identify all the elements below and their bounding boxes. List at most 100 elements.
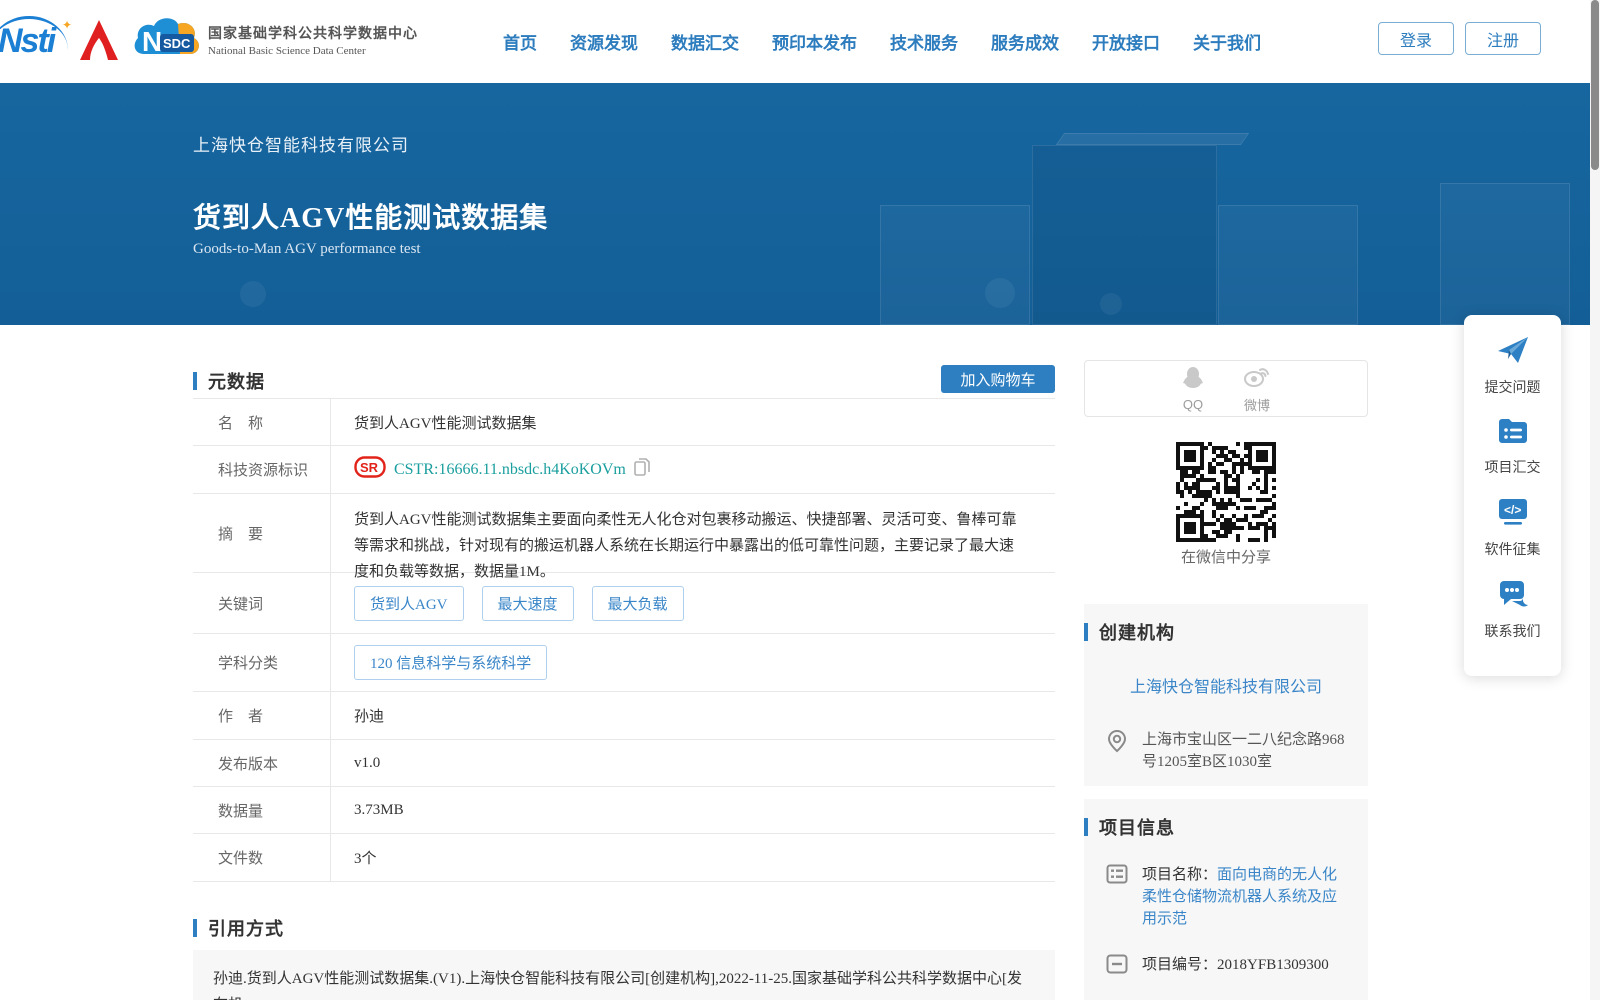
banner-bubble-decoration xyxy=(985,278,1015,308)
table-row-keywords: 关键词 货到人AGV 最大速度 最大负载 xyxy=(193,573,1055,634)
nsti-logo: Nsti ✦ xyxy=(0,16,72,66)
qq-icon xyxy=(1182,366,1204,395)
nav-item-resource-discovery[interactable]: 资源发现 xyxy=(570,29,638,54)
nav-item-open-api[interactable]: 开放接口 xyxy=(1092,29,1160,54)
project-code-text: 项目编号：2018YFB1309300 xyxy=(1142,954,1329,979)
creator-section-title: 创建机构 xyxy=(1099,623,1175,643)
project-code-label: 项目编号： xyxy=(1142,957,1218,973)
section-accent-bar xyxy=(193,919,197,937)
row-value: 3.73MB xyxy=(354,801,404,818)
project-card-header: 项目信息 xyxy=(1084,799,1368,840)
project-info-card: 项目信息 项目名称：面向电商的无人化柔性仓储物流机器人系统及应用示范 项目编号：… xyxy=(1084,799,1368,1000)
share-card: QQ 微博 xyxy=(1084,360,1368,417)
cstr-logo-icon: SR xyxy=(354,456,386,483)
nav-item-tech-service[interactable]: 技术服务 xyxy=(890,29,958,54)
location-pin-icon xyxy=(1106,729,1128,773)
wechat-qr-code xyxy=(1176,442,1276,542)
project-name-text: 项目名称：面向电商的无人化柔性仓储物流机器人系统及应用示范 xyxy=(1142,864,1350,930)
software-collection-label: 软件征集 xyxy=(1484,543,1541,558)
project-code-item: 项目编号：2018YFB1309300 xyxy=(1106,954,1350,979)
share-weibo-button[interactable]: 微博 xyxy=(1243,364,1270,414)
svg-text:</>: </> xyxy=(1504,503,1521,517)
citation-text: 孙迪.货到人AGV性能测试数据集.(V1).上海快仓智能科技有限公司[创建机构]… xyxy=(213,971,1022,1000)
citation-section-title: 引用方式 xyxy=(208,919,284,939)
keyword-tag[interactable]: 最大速度 xyxy=(481,585,574,621)
register-button[interactable]: 注册 xyxy=(1465,22,1541,55)
subject-classification-tag[interactable]: 120 信息科学与系统科学 xyxy=(354,645,548,680)
auth-buttons: 登录 注册 xyxy=(1378,22,1541,55)
row-label: 摘 要 xyxy=(193,494,331,572)
creator-card: 创建机构 上海快仓智能科技有限公司 上海市宝山区一二八纪念路968号1205室B… xyxy=(1084,604,1368,786)
creator-org-link[interactable]: 上海快仓智能科技有限公司 xyxy=(1084,673,1368,697)
row-label: 名 称 xyxy=(193,399,331,445)
section-accent-bar xyxy=(193,372,197,390)
nav-item-data-submission[interactable]: 数据汇交 xyxy=(671,29,739,54)
row-value: 120 信息科学与系统科学 xyxy=(331,634,1055,691)
nav-item-preprint[interactable]: 预印本发布 xyxy=(772,29,857,54)
banner-cube-decoration xyxy=(1055,133,1250,145)
row-value: 货到人AGV性能测试数据集主要面向柔性无人化仓对包裹移动搬运、快捷部署、灵活可变… xyxy=(354,512,1017,580)
row-label: 关键词 xyxy=(193,573,331,633)
cstr-identifier-link[interactable]: CSTR:16666.11.nbsdc.h4KoKOVm xyxy=(394,461,626,479)
row-label: 数据量 xyxy=(193,787,331,833)
dataset-organization: 上海快仓智能科技有限公司 xyxy=(193,136,409,155)
table-row-cstr: 科技资源标识 SR CSTR:16666.11.nbsdc.h4KoKOVm xyxy=(193,446,1055,494)
software-collection-button[interactable]: </> 软件征集 xyxy=(1464,477,1561,559)
citation-box: 孙迪.货到人AGV性能测试数据集.(V1).上海快仓智能科技有限公司[创建机构]… xyxy=(193,950,1055,1000)
add-to-cart-button[interactable]: 加入购物车 xyxy=(941,365,1055,393)
keyword-tag[interactable]: 货到人AGV xyxy=(354,585,464,621)
main-nav: 首页 资源发现 数据汇交 预印本发布 技术服务 服务成效 开放接口 关于我们 xyxy=(503,0,1261,83)
banner-bubble-decoration xyxy=(240,281,266,307)
section-accent-bar xyxy=(1084,623,1088,641)
banner-cube-decoration xyxy=(1032,145,1217,325)
project-name-label: 项目名称： xyxy=(1142,867,1218,883)
svg-text:SR: SR xyxy=(360,460,379,475)
metadata-table: 名 称 货到人AGV性能测试数据集 科技资源标识 SR CSTR:16666.1… xyxy=(193,398,1055,882)
nsdc-name-cn: 国家基础学科公共科学数据中心 xyxy=(208,27,418,42)
project-name-icon xyxy=(1106,864,1128,930)
floating-action-panel: 提交问题 项目汇交 </> 软件征集 联系我们 xyxy=(1464,315,1561,676)
project-section-title: 项目信息 xyxy=(1099,818,1175,838)
citation-section-header: 引用方式 xyxy=(193,915,284,941)
creator-address: 上海市宝山区一二八纪念路968号1205室B区1030室 xyxy=(1142,732,1345,770)
paper-plane-icon xyxy=(1496,335,1530,370)
scrollbar-thumb[interactable] xyxy=(1591,0,1599,170)
project-name-item: 项目名称：面向电商的无人化柔性仓储物流机器人系统及应用示范 xyxy=(1106,864,1350,930)
contact-us-button[interactable]: 联系我们 xyxy=(1464,559,1561,641)
nav-item-home[interactable]: 首页 xyxy=(503,29,537,54)
row-value: SR CSTR:16666.11.nbsdc.h4KoKOVm xyxy=(331,446,1055,493)
table-row-name: 名 称 货到人AGV性能测试数据集 xyxy=(193,399,1055,446)
red-flame-logo xyxy=(78,18,120,69)
table-row-size: 数据量 3.73MB xyxy=(193,787,1055,834)
nav-item-about-us[interactable]: 关于我们 xyxy=(1193,29,1261,54)
nsti-logo-text: Nsti xyxy=(0,22,56,60)
nav-item-service-results[interactable]: 服务成效 xyxy=(991,29,1059,54)
banner-cube-decoration xyxy=(1218,205,1358,325)
weibo-icon xyxy=(1243,364,1270,393)
copy-icon[interactable] xyxy=(634,458,650,481)
creator-card-header: 创建机构 xyxy=(1084,604,1368,645)
share-qq-button[interactable]: QQ xyxy=(1182,366,1204,412)
chat-bubbles-icon xyxy=(1496,579,1530,614)
top-header: Nsti ✦ N SDC 国家基础学科公共科学数据中心 National Bas… xyxy=(0,0,1600,83)
row-value: 货到人AGV 最大速度 最大负载 xyxy=(331,573,1055,633)
project-submission-label: 项目汇交 xyxy=(1484,461,1541,476)
row-value: 货到人AGV性能测试数据集 xyxy=(354,415,537,432)
row-label: 文件数 xyxy=(193,834,331,881)
project-submission-button[interactable]: 项目汇交 xyxy=(1464,397,1561,477)
table-row-file-count: 文件数 3个 xyxy=(193,834,1055,882)
metadata-section-title: 元数据 xyxy=(208,372,265,392)
login-button[interactable]: 登录 xyxy=(1378,22,1454,55)
table-row-version: 发布版本 v1.0 xyxy=(193,740,1055,787)
nsdc-cloud-logo: N SDC 国家基础学科公共科学数据中心 National Basic Scie… xyxy=(130,14,418,66)
row-value: v1.0 xyxy=(354,754,381,771)
nsdc-logo-text: 国家基础学科公共科学数据中心 National Basic Science Da… xyxy=(208,23,418,57)
dataset-subtitle: Goods-to-Man AGV performance test xyxy=(193,241,421,257)
nsdc-sdc-letters: SDC xyxy=(163,36,191,51)
submit-question-button[interactable]: 提交问题 xyxy=(1464,315,1561,397)
page-scrollbar xyxy=(1590,0,1600,1000)
keyword-tag[interactable]: 最大负载 xyxy=(591,585,684,621)
row-value: 3个 xyxy=(354,851,377,867)
table-row-abstract: 摘 要 货到人AGV性能测试数据集主要面向柔性无人化仓对包裹移动搬运、快捷部署、… xyxy=(193,494,1055,580)
nsdc-name-en: National Basic Science Data Center xyxy=(208,45,366,57)
